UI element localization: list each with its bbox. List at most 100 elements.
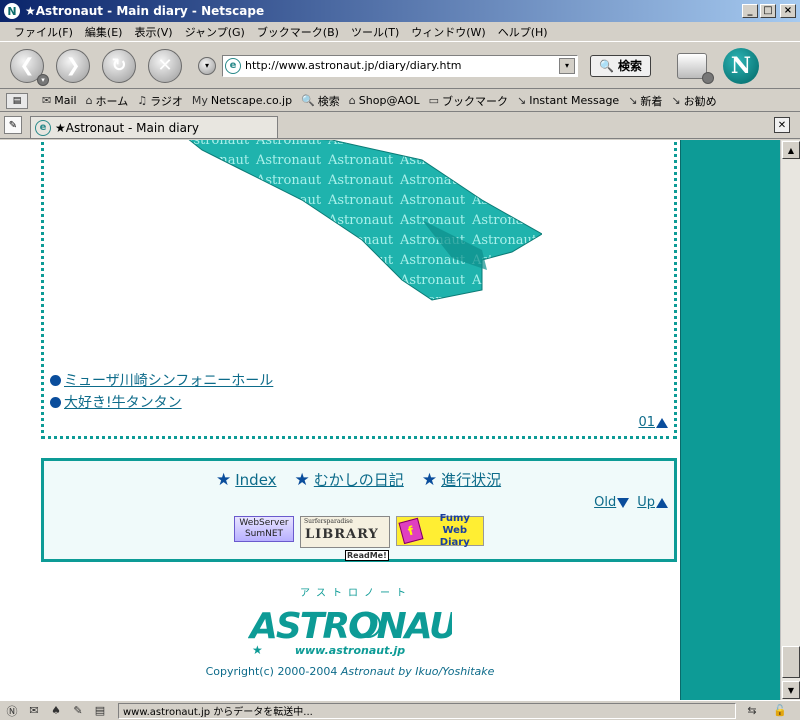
folder-icon: ▭	[428, 94, 439, 107]
up-label: Up	[637, 495, 655, 510]
reload-button[interactable]: ↻	[102, 48, 136, 83]
bookmark-instant-message[interactable]: ↘ Instant Message	[517, 94, 619, 107]
page-number-link[interactable]: 01	[638, 415, 668, 430]
link-icon: ↘	[671, 94, 681, 107]
close-button[interactable]: ×	[780, 4, 796, 18]
bookmark-shop[interactable]: ⌂ Shop@AOL	[349, 94, 420, 107]
url-bar[interactable]: e ▾	[222, 54, 578, 77]
stop-button[interactable]: ✕	[148, 48, 182, 83]
minimize-button[interactable]: _	[742, 4, 758, 18]
mail-icon[interactable]: ✉	[26, 704, 42, 718]
badge-text: Surfersparadise	[304, 518, 353, 525]
nav-link-label: 進行状況	[441, 471, 502, 489]
nav-link-progress[interactable]: ★ 進行状況	[422, 469, 501, 490]
menu-bookmarks[interactable]: ブックマーク(B)	[251, 24, 345, 40]
reload-icon: ↻	[111, 55, 127, 76]
url-input[interactable]	[245, 59, 559, 72]
nav-link-label: Index	[235, 470, 277, 489]
new-tab-icon[interactable]: ✎	[4, 116, 22, 134]
up-link[interactable]: Up	[637, 495, 668, 510]
menu-go[interactable]: ジャンプ(G)	[179, 24, 251, 40]
address-book-icon[interactable]: ▤	[92, 704, 108, 718]
url-dropdown-icon[interactable]: ▾	[559, 57, 575, 74]
bookmark-label: 新着	[640, 94, 663, 108]
bookmark-radio[interactable]: ♫ ラジオ	[137, 93, 183, 109]
title-bar: N ★Astronaut - Main diary - Netscape _ □…	[0, 0, 800, 22]
aim-icon[interactable]: ♠	[48, 704, 64, 718]
copyright-prefix: Copyright(c) 2000-2004	[205, 665, 341, 678]
scroll-thumb[interactable]	[782, 646, 800, 678]
stop-icon: ✕	[157, 55, 173, 76]
badge-text: SumNET	[244, 529, 284, 539]
bookmark-label: Netscape.co.jp	[210, 94, 293, 107]
menu-help[interactable]: ヘルプ(H)	[492, 24, 554, 40]
bookmark-recommended[interactable]: ↘ お勧め	[671, 93, 716, 109]
menu-edit[interactable]: 編集(E)	[79, 24, 129, 40]
menu-bar: ファイル(F) 編集(E) 表示(V) ジャンプ(G) ブックマーク(B) ツー…	[0, 22, 800, 42]
vertical-scrollbar[interactable]: ▲ ▼	[780, 140, 800, 700]
menu-tools[interactable]: ツール(T)	[345, 24, 405, 40]
site-icon: e	[225, 57, 241, 74]
star-icon: ★	[421, 469, 438, 490]
bookmark-folder[interactable]: ▭ ブックマーク	[429, 93, 508, 109]
home-icon: ⌂	[85, 94, 93, 107]
old-link[interactable]: Old	[594, 495, 630, 510]
site-icon: e	[35, 119, 51, 136]
maximize-button[interactable]: □	[760, 4, 776, 18]
netscape-app-icon[interactable]: N	[4, 3, 20, 19]
badge-text: Web Diary	[439, 525, 470, 548]
bullet-icon	[50, 396, 61, 408]
readme-label[interactable]: ReadMe!	[345, 550, 389, 561]
search-button[interactable]: 🔍 検索	[590, 54, 651, 77]
nav-link-old-diary[interactable]: ★ むかしの日記	[295, 469, 404, 490]
nav-link-index[interactable]: ★ Index	[216, 470, 277, 490]
diary-entry-box: Astronaut ミューザ川崎シンフォニーホール 大好き!牛タンタン 01	[41, 140, 677, 439]
mail-icon: ✉	[42, 94, 52, 107]
footer-url[interactable]: www.astronaut.jp	[0, 644, 700, 657]
toolbar-toggle-icon[interactable]: ▤	[6, 92, 28, 109]
old-label: Old	[594, 495, 617, 510]
netscape-logo-icon[interactable]: N	[722, 47, 759, 84]
bookmark-label: ホーム	[95, 94, 129, 108]
bookmark-search[interactable]: 🔍 検索	[301, 93, 340, 109]
copyright-author: Astronaut by Ikuo/Yoshitake	[340, 665, 495, 678]
print-dropdown-icon[interactable]	[701, 71, 714, 84]
tab-main-diary[interactable]: e ★Astronaut - Main diary	[30, 116, 278, 138]
online-status-icon[interactable]: ⇆	[744, 704, 760, 718]
netscape-status-icon[interactable]: Ⓝ	[4, 704, 20, 718]
composer-icon[interactable]: ✎	[70, 704, 86, 718]
link-icon: ↘	[516, 94, 527, 107]
security-lock-icon[interactable]: 🔓	[772, 704, 788, 718]
menu-view[interactable]: 表示(V)	[128, 24, 178, 40]
page-viewport: Astronaut ミューザ川崎シンフォニーホール 大好き!牛タンタン 01 ★…	[0, 140, 800, 700]
menu-file[interactable]: ファイル(F)	[8, 24, 79, 40]
url-history-dropdown-icon[interactable]: ▾	[198, 56, 216, 75]
down-triangle-icon	[617, 497, 630, 508]
bookmark-label: Mail	[54, 94, 77, 107]
radio-icon: ♫	[137, 94, 148, 107]
bookmark-label: 検索	[317, 94, 340, 108]
menu-window[interactable]: ウィンドウ(W)	[405, 24, 491, 40]
star-icon: ★	[216, 469, 232, 490]
search-icon: 🔍	[301, 94, 315, 107]
close-tab-icon[interactable]: ✕	[774, 117, 790, 133]
forward-button[interactable]: ❯	[56, 48, 90, 83]
webserver-sumnet-badge[interactable]: WebServer SumNET	[234, 516, 294, 542]
diary-link-gyutan[interactable]: 大好き!牛タンタン	[50, 392, 182, 412]
surfers-paradise-library-badge[interactable]: Surfersparadise LIBRARY ReadMe!	[300, 516, 390, 561]
page-number: 01	[638, 415, 655, 430]
forward-arrow-icon: ❯	[65, 55, 81, 76]
back-dropdown-icon[interactable]: ▾	[37, 73, 49, 86]
fumy-web-diary-badge[interactable]: f Fumy Web Diary	[396, 513, 484, 548]
scroll-up-icon[interactable]: ▲	[782, 141, 800, 159]
scroll-down-icon[interactable]: ▼	[782, 681, 800, 699]
back-button[interactable]: ❮ ▾	[10, 48, 49, 86]
bookmark-new[interactable]: ↘ 新着	[628, 93, 662, 109]
bookmarks-toolbar: ▤ ✉ Mail ⌂ ホーム ♫ ラジオ My Netscape.co.jp 🔍 検索 ⌂…	[0, 90, 800, 112]
print-button[interactable]	[676, 52, 714, 84]
bookmark-mail[interactable]: ✉ Mail	[42, 94, 77, 107]
bookmark-home[interactable]: ⌂ ホーム	[86, 93, 129, 109]
diary-navigation-box: ★ Index ★ むかしの日記 ★ 進行状況 Old Up WebServer…	[41, 458, 677, 562]
bookmark-netscape[interactable]: My Netscape.co.jp	[192, 94, 292, 107]
diary-link-muza-kawasaki[interactable]: ミューザ川崎シンフォニーホール	[50, 370, 273, 390]
